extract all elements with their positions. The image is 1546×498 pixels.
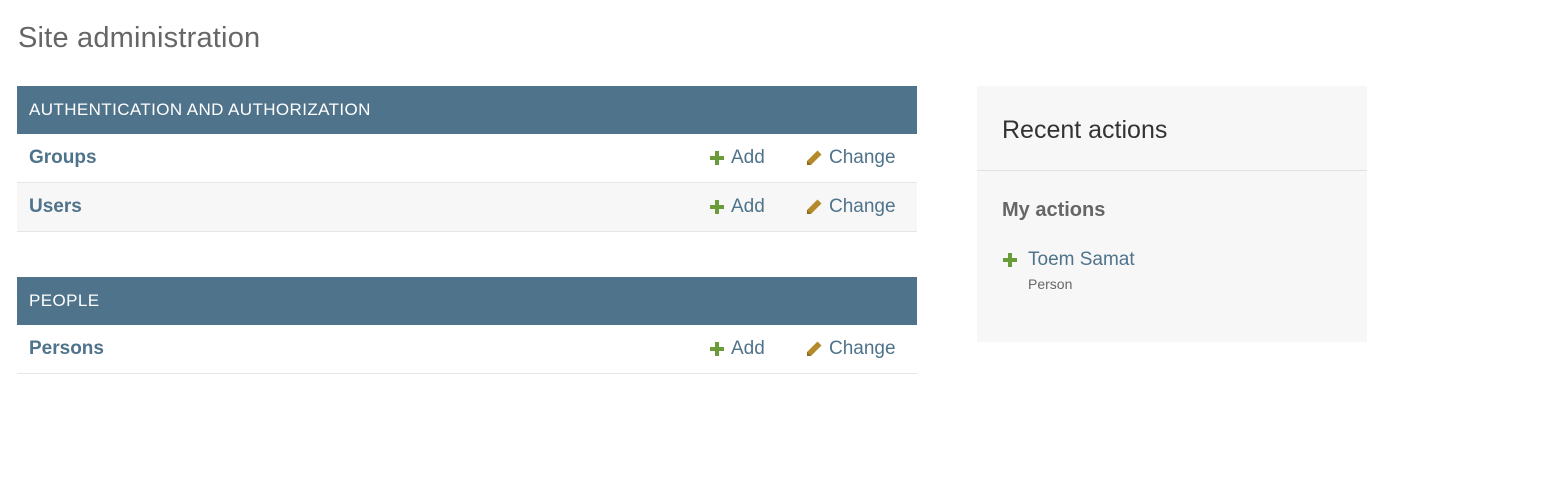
recent-actions-title: Recent actions (977, 86, 1367, 171)
model-link-persons[interactable]: Persons (29, 338, 104, 360)
recent-actions-panel: Recent actions My actions Toem Samat Per… (977, 86, 1367, 342)
model-row-groups: Groups Add Change (17, 134, 917, 183)
plus-icon (709, 341, 725, 357)
add-label: Add (731, 196, 765, 217)
pencil-icon (805, 198, 823, 216)
action-link[interactable]: Toem Samat (1028, 248, 1135, 272)
change-groups-link[interactable]: Change (805, 147, 896, 169)
model-row-persons: Persons Add Change (17, 325, 917, 374)
page-title: Site administration (18, 22, 261, 54)
change-persons-link[interactable]: Change (805, 338, 896, 360)
model-link-groups[interactable]: Groups (29, 147, 97, 169)
add-persons-link[interactable]: Add (709, 338, 765, 360)
module-people: PEOPLE Persons Add Change (17, 277, 917, 374)
model-row-users: Users Add Change (17, 183, 917, 232)
module-caption-people[interactable]: PEOPLE (17, 277, 917, 325)
model-link-users[interactable]: Users (29, 196, 82, 218)
plus-icon (709, 199, 725, 215)
action-type: Person (1028, 276, 1073, 292)
module-caption-auth[interactable]: AUTHENTICATION AND AUTHORIZATION (17, 86, 917, 134)
add-groups-link[interactable]: Add (709, 147, 765, 169)
add-users-link[interactable]: Add (709, 196, 765, 218)
module-auth: AUTHENTICATION AND AUTHORIZATION Groups … (17, 86, 917, 232)
pencil-icon (805, 149, 823, 167)
change-label: Change (829, 338, 896, 359)
plus-icon (1002, 252, 1018, 268)
change-users-link[interactable]: Change (805, 196, 896, 218)
change-label: Change (829, 196, 896, 217)
change-label: Change (829, 147, 896, 168)
add-label: Add (731, 338, 765, 359)
add-label: Add (731, 147, 765, 168)
action-item: Toem Samat Person (1002, 248, 1135, 292)
pencil-icon (805, 340, 823, 358)
my-actions-heading: My actions (1002, 199, 1106, 221)
plus-icon (709, 150, 725, 166)
app-list: AUTHENTICATION AND AUTHORIZATION Groups … (17, 86, 917, 419)
